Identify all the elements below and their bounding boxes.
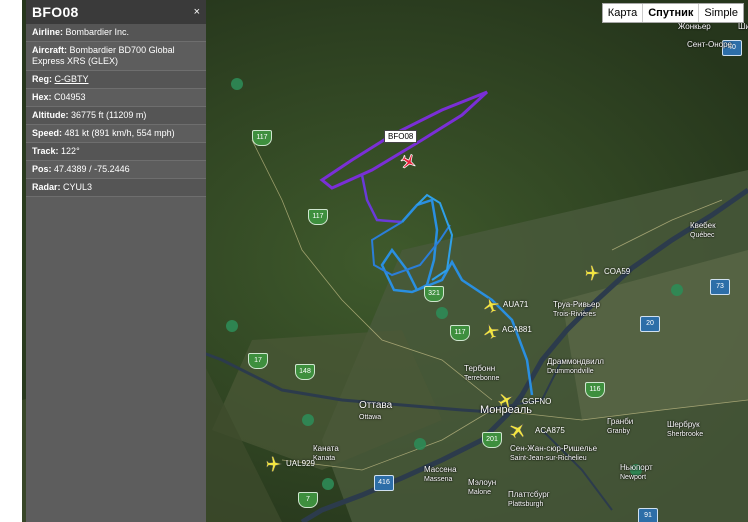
info-row-position: Pos: 47.4389 / -75.2446 (26, 161, 206, 179)
plane-label[interactable]: GGFNO (522, 397, 551, 406)
info-row-aircraft: Aircraft: Bombardier BD700 Global Expres… (26, 42, 206, 71)
place-label: Драммондвилл Drummondville (547, 357, 604, 375)
plane-label[interactable]: AUA71 (503, 300, 528, 309)
place-label: Мэлоун Malone (468, 478, 497, 496)
place-label: Сен-Жан-сюр-Ришелье Saint-Jean-sur-Richel… (510, 444, 598, 462)
place-label: Ньюпорт Newport (620, 463, 653, 481)
highway-shield: 117 (450, 325, 470, 341)
plane-icon[interactable] (265, 455, 283, 473)
page-margin (0, 0, 22, 522)
info-row-reg: Reg: C-GBTY (26, 71, 206, 89)
highway-shield: 148 (295, 364, 315, 380)
plane-icon[interactable] (584, 264, 602, 282)
place-label: Каната Kanata (313, 444, 339, 462)
plane-label[interactable]: COA59 (604, 267, 630, 276)
map-type-map[interactable]: Карта (603, 4, 642, 22)
highway-shield: 91 (638, 508, 658, 522)
selected-plane-icon[interactable] (400, 153, 418, 171)
plane-label[interactable]: ACA881 (502, 325, 532, 334)
place-label: Тербонн Terrebonne (464, 364, 500, 382)
close-icon[interactable]: × (194, 6, 200, 18)
info-row-track: Track: 122° (26, 143, 206, 161)
flight-info-panel: BFO08 × Airline: Bombardier Inc. Aircraf… (26, 0, 206, 522)
plane-icon[interactable] (497, 391, 515, 409)
panel-header: BFO08 × (26, 0, 206, 24)
highway-shield: 116 (585, 382, 605, 398)
info-row-hex: Hex: C04953 (26, 89, 206, 107)
place-label: Сент-Оноре (687, 40, 732, 49)
highway-shield: 321 (424, 286, 444, 302)
highway-shield: 117 (308, 209, 328, 225)
selected-flight-label[interactable]: BFO08 (384, 130, 418, 143)
place-label: Гранби Granby (607, 417, 634, 435)
place-label: Шику (738, 22, 748, 31)
info-row-speed: Speed: 481 kt (891 km/h, 554 mph) (26, 125, 206, 143)
highway-shield: 117 (252, 130, 272, 146)
plane-label[interactable]: UAL929 (286, 459, 315, 468)
info-row-airline: Airline: Bombardier Inc. (26, 24, 206, 42)
place-label: Жонкьер (678, 22, 711, 31)
plane-icon[interactable] (508, 420, 528, 440)
place-label: Шербрук Sherbrooke (667, 420, 704, 438)
place-label: Квебек Québec (690, 221, 716, 239)
highway-shield: 201 (482, 432, 502, 448)
place-label: Оттава Ottawa (359, 400, 393, 421)
place-label: Платтсбург Plattsburgh (508, 490, 550, 508)
map-type-simple[interactable]: Simple (698, 4, 743, 22)
highway-shield: 416 (374, 475, 394, 491)
highway-shield: 20 (640, 316, 660, 332)
place-label: Массена Massena (424, 465, 457, 483)
plane-icon[interactable] (482, 296, 500, 314)
map-type-control: Карта Спутник Simple (601, 3, 744, 23)
info-row-radar: Radar: CYUL3 (26, 179, 206, 197)
highway-shield: 17 (248, 353, 268, 369)
flight-callsign: BFO08 (32, 4, 79, 20)
highway-shield: 7 (298, 492, 318, 508)
plane-label[interactable]: ACA875 (535, 426, 565, 435)
highway-shield: 73 (710, 279, 730, 295)
info-row-altitude: Altitude: 36775 ft (11209 m) (26, 107, 206, 125)
place-label: Труа-Ривьер Trois-Rivières (553, 300, 600, 318)
plane-icon[interactable] (482, 322, 500, 340)
registration-link[interactable]: C-GBTY (55, 74, 89, 84)
map-type-satellite[interactable]: Спутник (642, 4, 698, 22)
